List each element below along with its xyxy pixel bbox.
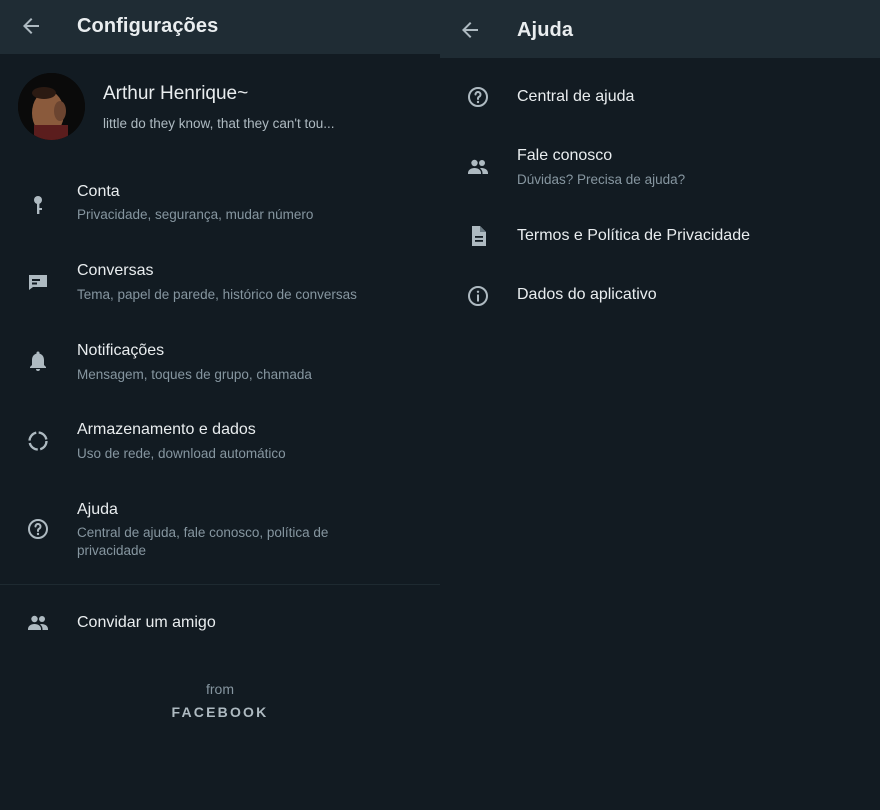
info-icon	[466, 284, 490, 308]
help-item-subtitle: Dúvidas? Precisa de ajuda?	[517, 172, 686, 187]
help-item-terms-privacy[interactable]: Termos e Política de Privacidade	[440, 210, 880, 264]
invite-friend-label: Convidar um amigo	[77, 614, 216, 631]
settings-item-storage[interactable]: Armazenamento e dados Uso de rede, downl…	[0, 410, 440, 480]
help-item-title: Dados do aplicativo	[517, 286, 657, 303]
help-item-title: Fale conosco	[517, 147, 613, 164]
settings-item-subtitle: Uso de rede, download automático	[77, 446, 286, 461]
page-title: Configurações	[77, 15, 219, 37]
help-item-app-info[interactable]: Dados do aplicativo	[440, 270, 880, 324]
help-app-bar: Ajuda	[440, 0, 880, 58]
help-item-title: Termos e Política de Privacidade	[517, 227, 750, 244]
bell-icon	[26, 349, 50, 373]
people-icon	[26, 611, 50, 635]
storage-icon	[26, 429, 50, 453]
settings-item-title: Ajuda	[77, 501, 118, 518]
settings-item-subtitle: Central de ajuda, fale conosco, política…	[77, 525, 329, 558]
help-item-title: Central de ajuda	[517, 88, 635, 105]
help-item-contact-us[interactable]: Fale conosco Dúvidas? Precisa de ajuda?	[440, 136, 880, 200]
settings-item-title: Armazenamento e dados	[77, 421, 256, 438]
document-icon	[466, 224, 490, 248]
settings-panel: Configurações Arthur Henrique~ little do…	[0, 0, 440, 810]
settings-item-subtitle: Mensagem, toques de grupo, chamada	[77, 367, 312, 382]
back-arrow-icon[interactable]	[458, 18, 482, 42]
footer-from: from	[206, 681, 234, 697]
profile-name: Arthur Henrique~	[103, 83, 249, 104]
settings-item-title: Conversas	[77, 262, 154, 279]
footer-brand: FACEBOOK	[171, 704, 269, 720]
settings-item-subtitle: Tema, papel de parede, histórico de conv…	[77, 287, 357, 302]
profile-row[interactable]: Arthur Henrique~ little do they know, th…	[0, 56, 440, 156]
help-panel: Ajuda Central de ajuda Fale conosco Dúvi…	[440, 0, 880, 810]
page-title: Ajuda	[517, 19, 574, 41]
settings-item-subtitle: Privacidade, segurança, mudar número	[77, 207, 314, 222]
people-icon	[466, 155, 490, 179]
avatar[interactable]	[18, 73, 85, 140]
settings-item-help[interactable]: Ajuda Central de ajuda, fale conosco, po…	[0, 490, 440, 570]
divider	[0, 584, 440, 585]
invite-friend-button[interactable]: Convidar um amigo	[0, 598, 440, 648]
help-icon	[466, 85, 490, 109]
settings-item-notifications[interactable]: Notificações Mensagem, toques de grupo, …	[0, 330, 440, 400]
chat-icon	[26, 270, 50, 294]
back-arrow-icon[interactable]	[19, 14, 43, 38]
settings-item-title: Notificações	[77, 342, 165, 359]
settings-item-account[interactable]: Conta Privacidade, segurança, mudar núme…	[0, 170, 440, 240]
help-icon	[26, 517, 50, 541]
help-item-help-center[interactable]: Central de ajuda	[440, 70, 880, 124]
key-icon	[26, 193, 50, 217]
settings-app-bar: Configurações	[0, 0, 440, 54]
settings-item-chats[interactable]: Conversas Tema, papel de parede, históri…	[0, 250, 440, 320]
settings-item-title: Conta	[77, 183, 120, 200]
profile-status: little do they know, that they can't tou…	[103, 116, 335, 131]
